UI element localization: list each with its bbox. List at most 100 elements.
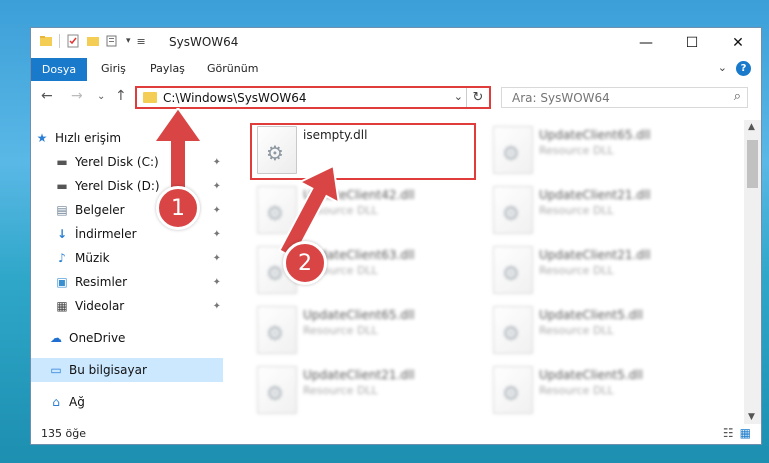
dll-file-icon: ⚙ <box>493 366 533 414</box>
new-folder-icon[interactable] <box>86 34 100 48</box>
scroll-down-icon[interactable]: ▼ <box>748 412 755 422</box>
file-name: isempty.dll <box>303 128 368 142</box>
tab-file[interactable]: Dosya <box>31 58 87 81</box>
ribbon-tabs: Dosya Giriş Paylaş Görünüm ⌄ ? <box>31 58 761 81</box>
sidebar-item-music[interactable]: ♪ Müzik ✦ <box>31 246 223 270</box>
gear-icon: ⚙ <box>266 321 284 345</box>
refresh-button[interactable]: ↻ <box>466 88 489 107</box>
file-tile[interactable]: ⚙ UpdateClient21.dll Resource DLL <box>253 364 478 424</box>
properties-icon[interactable] <box>66 34 80 48</box>
sidebar-item-onedrive[interactable]: ☁ OneDrive <box>31 326 223 350</box>
callout-step-1: 1 <box>156 186 200 230</box>
maximize-button[interactable]: ☐ <box>669 28 715 58</box>
close-button[interactable]: ✕ <box>715 28 761 58</box>
gear-icon: ⚙ <box>266 261 284 285</box>
pin-icon[interactable]: ✦ <box>213 301 221 312</box>
file-name: UpdateClient65.dll <box>303 308 415 322</box>
large-icons-view-icon[interactable]: ▦ <box>740 426 751 440</box>
file-tile[interactable]: ⚙ UpdateClient65.dll Resource DLL <box>489 124 714 184</box>
network-icon: ⌂ <box>52 395 60 409</box>
file-name: UpdateClient5.dll <box>539 308 643 322</box>
file-name: UpdateClient5.dll <box>539 368 643 382</box>
sidebar-item-videos[interactable]: ▦ Videolar ✦ <box>31 294 223 318</box>
pin-icon[interactable]: ✦ <box>213 157 221 168</box>
file-name: UpdateClient21.dll <box>303 368 415 382</box>
details-view-icon[interactable]: ☷ <box>723 426 734 440</box>
minimize-button[interactable]: — <box>623 28 669 58</box>
sidebar-item-label: Yerel Disk (D:) <box>75 179 160 193</box>
dll-file-icon: ⚙ <box>493 126 533 174</box>
file-name: UpdateClient65.dll <box>539 128 651 142</box>
address-path[interactable]: C:\Windows\SysWOW64 <box>163 91 307 105</box>
sidebar-item-label: Bu bilgisayar <box>69 363 147 377</box>
file-tile[interactable]: ⚙ UpdateClient5.dll Resource DLL <box>489 304 714 364</box>
search-input[interactable] <box>510 90 714 106</box>
sidebar-item-network[interactable]: ⌂ Ağ <box>31 390 223 414</box>
toolbar-overflow-icon[interactable]: ≡ <box>137 35 146 48</box>
recent-locations-icon[interactable]: ⌄ <box>97 91 105 102</box>
sidebar-item-label: Ağ <box>69 395 85 409</box>
drive-icon: ▬ <box>56 155 68 169</box>
customize-toolbar-icon[interactable] <box>106 34 120 48</box>
forward-button[interactable]: → <box>71 88 83 104</box>
gear-icon: ⚙ <box>502 201 520 225</box>
scrollbar-thumb[interactable] <box>747 140 758 188</box>
tab-view[interactable]: Görünüm <box>207 62 258 75</box>
gear-icon: ⚙ <box>502 261 520 285</box>
sidebar-item-pictures[interactable]: ▣ Resimler ✦ <box>31 270 223 294</box>
file-tile[interactable]: ⚙ UpdateClient65.dll Resource DLL <box>253 304 478 364</box>
tab-home[interactable]: Giriş <box>101 62 126 75</box>
toolbar-dropdown-icon[interactable]: ▾ <box>126 36 131 46</box>
computer-icon: ▭ <box>50 363 62 377</box>
dll-file-icon: ⚙ <box>493 246 533 294</box>
sidebar-item-label: Videolar <box>75 299 125 313</box>
folder-icon <box>40 36 52 46</box>
up-button[interactable]: ↑ <box>115 88 127 104</box>
navigation-bar: ← → ⌄ ↑ C:\Windows\SysWOW64 ⌄ ↻ ⌕ <box>31 84 761 112</box>
tab-share[interactable]: Paylaş <box>150 62 185 75</box>
sidebar-item-label: OneDrive <box>69 331 126 345</box>
sidebar-item-downloads[interactable]: ↓ İndirmeler ✦ <box>31 222 223 246</box>
window-title: SysWOW64 <box>169 35 239 49</box>
vertical-scrollbar[interactable]: ▲ ▼ <box>744 120 761 424</box>
music-icon: ♪ <box>58 251 66 265</box>
pin-icon[interactable]: ✦ <box>213 253 221 264</box>
pin-icon[interactable]: ✦ <box>213 181 221 192</box>
item-count: 135 öğe <box>41 426 86 440</box>
search-box[interactable]: ⌕ <box>501 87 748 108</box>
gear-icon: ⚙ <box>502 321 520 345</box>
file-name: UpdateClient21.dll <box>539 248 651 262</box>
drive-icon: ▬ <box>56 179 68 193</box>
explorer-window: ▾ ≡ SysWOW64 — ☐ ✕ Dosya Giriş Paylaş Gö… <box>30 27 762 445</box>
sidebar-item-label: İndirmeler <box>75 227 137 241</box>
file-description: Resource DLL <box>539 384 614 397</box>
address-dropdown-icon[interactable]: ⌄ <box>454 90 463 103</box>
address-bar[interactable]: C:\Windows\SysWOW64 ⌄ ↻ <box>135 86 491 109</box>
file-description: Resource DLL <box>539 144 614 157</box>
scroll-up-icon[interactable]: ▲ <box>748 122 755 132</box>
dll-file-icon: ⚙ <box>493 306 533 354</box>
dll-file-icon: ⚙ <box>257 306 297 354</box>
gear-icon: ⚙ <box>502 141 520 165</box>
file-tile[interactable]: ⚙ UpdateClient5.dll Resource DLL <box>489 364 714 424</box>
sidebar-item-this-pc[interactable]: ▭ Bu bilgisayar <box>31 358 223 382</box>
file-tile[interactable]: ⚙ UpdateClient21.dll Resource DLL <box>489 244 714 304</box>
file-tile[interactable]: ⚙ UpdateClient21.dll Resource DLL <box>489 184 714 244</box>
dll-file-icon: ⚙ <box>257 366 297 414</box>
sidebar-item-label: Müzik <box>75 251 110 265</box>
view-switcher: ☷ ▦ <box>723 426 751 440</box>
documents-icon: ▤ <box>56 203 68 217</box>
file-description: Resource DLL <box>539 204 614 217</box>
help-icon[interactable]: ? <box>736 61 751 76</box>
search-icon[interactable]: ⌕ <box>734 89 741 104</box>
cloud-icon: ☁ <box>50 331 62 345</box>
pin-icon[interactable]: ✦ <box>213 229 221 240</box>
status-bar: 135 öğe ☷ ▦ <box>31 422 761 444</box>
pin-icon[interactable]: ✦ <box>213 205 221 216</box>
ribbon-expand-icon[interactable]: ⌄ <box>718 61 727 74</box>
pin-icon[interactable]: ✦ <box>213 277 221 288</box>
back-button[interactable]: ← <box>41 88 53 104</box>
window-controls: — ☐ ✕ <box>623 28 761 58</box>
file-description: Resource DLL <box>539 264 614 277</box>
quick-access-toolbar: ▾ ≡ <box>39 34 146 48</box>
